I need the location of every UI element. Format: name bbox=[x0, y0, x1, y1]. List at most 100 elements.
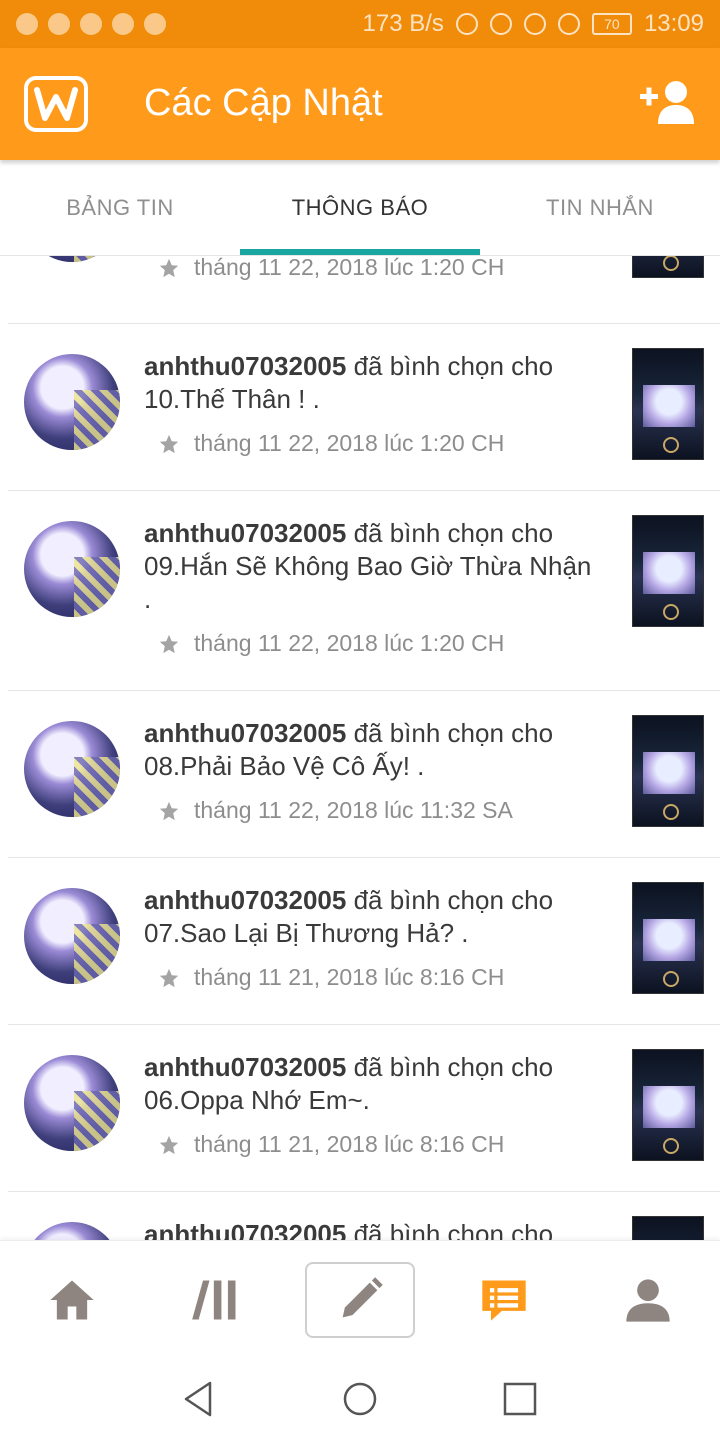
avatar[interactable] bbox=[24, 888, 120, 984]
app-notification-icon bbox=[80, 13, 102, 35]
pencil-icon bbox=[342, 1276, 383, 1317]
app-bar: Các Cập Nhật bbox=[0, 48, 720, 160]
tab-messages[interactable]: TIN NHẮN bbox=[480, 160, 720, 255]
notification-text: anhthu07032005 đã bình chọn cho 08.Phải … bbox=[144, 717, 604, 783]
tab-notifications[interactable]: THÔNG BÁO bbox=[240, 160, 480, 255]
username-link[interactable]: anhthu07032005 bbox=[144, 1219, 346, 1240]
status-bar: 173 B/s 70 13:09 bbox=[0, 0, 720, 48]
nav-library[interactable] bbox=[161, 1262, 271, 1338]
star-icon bbox=[159, 258, 179, 277]
notification-icons bbox=[16, 13, 166, 35]
notification-content: anhthu07032005 đã bình chọn cho 08.Phải … bbox=[144, 717, 604, 824]
notifications-icon bbox=[482, 1280, 526, 1321]
star-icon bbox=[159, 1135, 179, 1154]
list-item[interactable]: anhthu07032005 đã bình chọn cho 07.Sao L… bbox=[8, 858, 720, 1025]
notification-text: anhthu07032005 đã bình chọn cho 09.Hắn S… bbox=[144, 517, 604, 616]
signal-icon bbox=[557, 13, 580, 35]
tab-bar: BẢNG TIN THÔNG BÁO TIN NHẮN bbox=[0, 160, 720, 256]
story-cover[interactable] bbox=[632, 256, 704, 278]
action-text: đã bình chọn cho bbox=[353, 351, 554, 381]
username-link[interactable]: anhthu07032005 bbox=[144, 885, 346, 915]
action-text: đã bình chọn cho bbox=[353, 718, 554, 748]
nav-home[interactable] bbox=[17, 1262, 127, 1338]
list-item[interactable]: anhthu07032005 đã bình chọn cho 09.Hắn S… bbox=[8, 491, 720, 691]
network-speed: 173 B/s bbox=[362, 10, 444, 37]
notification-meta: tháng 11 21, 2018 lúc 8:16 CH bbox=[144, 1131, 604, 1158]
notification-meta: tháng 11 22, 2018 lúc 1:20 CH bbox=[144, 256, 604, 281]
notification-date: tháng 11 22, 2018 lúc 1:20 CH bbox=[194, 430, 505, 456]
avatar[interactable] bbox=[24, 256, 120, 262]
battery-icon: 70 bbox=[591, 13, 632, 35]
notification-content: anhthu07032005 đã bình chọn cho 06.Oppa … bbox=[144, 1051, 604, 1158]
story-cover[interactable] bbox=[632, 1216, 704, 1240]
home-circle-icon[interactable] bbox=[340, 1379, 380, 1419]
star-icon bbox=[159, 968, 179, 987]
avatar[interactable] bbox=[24, 1055, 120, 1151]
notification-content: anhthu07032005 đã bình chọn cho 09.Hắn S… bbox=[144, 517, 604, 657]
page-title: Các Cập Nhật bbox=[144, 82, 383, 124]
notification-text: anhthu07032005 đã bình chọn cho 10.Thế T… bbox=[144, 350, 604, 416]
story-cover[interactable] bbox=[632, 715, 704, 827]
action-text: đã bình chọn cho bbox=[353, 518, 554, 548]
avatar[interactable] bbox=[24, 1222, 120, 1240]
star-icon bbox=[159, 434, 179, 453]
story-title[interactable]: 06.Oppa Nhớ Em~. bbox=[144, 1085, 370, 1115]
list-item[interactable]: anhthu07032005 đã bình chọn cho 10.Thế T… bbox=[8, 324, 720, 491]
story-title[interactable]: 10.Thế Thân ! . bbox=[144, 384, 320, 414]
notification-meta: tháng 11 22, 2018 lúc 1:20 CH bbox=[144, 430, 604, 457]
story-cover[interactable] bbox=[632, 1049, 704, 1161]
mute-icon bbox=[455, 13, 478, 35]
back-icon[interactable] bbox=[180, 1379, 220, 1419]
notification-text: anhthu07032005 đã bình chọn cho bbox=[144, 1218, 604, 1240]
story-title[interactable]: 07.Sao Lại Bị Thương Hả? . bbox=[144, 918, 469, 948]
nav-profile[interactable] bbox=[593, 1262, 703, 1338]
notification-list[interactable]: tháng 11 22, 2018 lúc 1:20 CH anhthu0703… bbox=[0, 256, 720, 1240]
story-title[interactable]: 08.Phải Bảo Vệ Cô Ấy! . bbox=[144, 751, 424, 781]
notification-date: tháng 11 22, 2018 lúc 1:20 CH bbox=[194, 256, 505, 280]
username-link[interactable]: anhthu07032005 bbox=[144, 718, 346, 748]
story-cover[interactable] bbox=[632, 515, 704, 627]
notification-meta: tháng 11 21, 2018 lúc 8:16 CH bbox=[144, 964, 604, 991]
list-item[interactable]: anhthu07032005 đã bình chọn cho bbox=[8, 1192, 720, 1240]
avatar[interactable] bbox=[24, 354, 120, 450]
profile-icon bbox=[626, 1278, 670, 1322]
notification-date: tháng 11 21, 2018 lúc 8:16 CH bbox=[194, 1131, 505, 1157]
nav-notifications[interactable] bbox=[449, 1262, 559, 1338]
wattpad-logo-icon[interactable] bbox=[24, 76, 88, 132]
story-cover[interactable] bbox=[632, 348, 704, 460]
notification-meta: tháng 11 22, 2018 lúc 1:20 CH bbox=[144, 630, 604, 657]
notification-content: anhthu07032005 đã bình chọn cho 10.Thế T… bbox=[144, 350, 604, 457]
notification-text: anhthu07032005 đã bình chọn cho 07.Sao L… bbox=[144, 884, 604, 950]
action-text: đã bình chọn cho bbox=[353, 885, 554, 915]
recents-icon[interactable] bbox=[500, 1379, 540, 1419]
action-text: đã bình chọn cho bbox=[353, 1219, 554, 1240]
notification-content: tháng 11 22, 2018 lúc 1:20 CH bbox=[144, 256, 604, 281]
list-item[interactable]: anhthu07032005 đã bình chọn cho 08.Phải … bbox=[8, 691, 720, 858]
clock: 13:09 bbox=[643, 10, 704, 37]
username-link[interactable]: anhthu07032005 bbox=[144, 351, 346, 381]
list-item[interactable]: tháng 11 22, 2018 lúc 1:20 CH bbox=[8, 256, 720, 324]
add-user-icon bbox=[640, 81, 694, 124]
nav-write-button[interactable] bbox=[305, 1261, 415, 1338]
tab-feed[interactable]: BẢNG TIN bbox=[0, 160, 240, 255]
system-status: 173 B/s 70 13:09 bbox=[363, 10, 704, 38]
notification-date: tháng 11 21, 2018 lúc 8:16 CH bbox=[194, 964, 505, 990]
story-cover[interactable] bbox=[632, 882, 704, 994]
avatar[interactable] bbox=[24, 721, 120, 817]
notification-content: anhthu07032005 đã bình chọn cho bbox=[144, 1218, 604, 1240]
app-notification-icon bbox=[16, 13, 38, 35]
home-icon bbox=[50, 1280, 94, 1319]
add-user-button[interactable] bbox=[640, 78, 698, 126]
library-icon bbox=[192, 1280, 236, 1319]
wifi-icon bbox=[523, 13, 546, 35]
username-link[interactable]: anhthu07032005 bbox=[144, 518, 346, 548]
bottom-nav bbox=[0, 1240, 720, 1358]
star-icon bbox=[159, 801, 179, 820]
notification-content: anhthu07032005 đã bình chọn cho 07.Sao L… bbox=[144, 884, 604, 991]
notification-date: tháng 11 22, 2018 lúc 1:20 CH bbox=[194, 630, 505, 656]
avatar[interactable] bbox=[24, 521, 120, 617]
action-text: đã bình chọn cho bbox=[353, 1052, 554, 1082]
list-item[interactable]: anhthu07032005 đã bình chọn cho 06.Oppa … bbox=[8, 1025, 720, 1192]
story-title[interactable]: 09.Hắn Sẽ Không Bao Giờ Thừa Nhận . bbox=[144, 551, 591, 614]
username-link[interactable]: anhthu07032005 bbox=[144, 1052, 346, 1082]
